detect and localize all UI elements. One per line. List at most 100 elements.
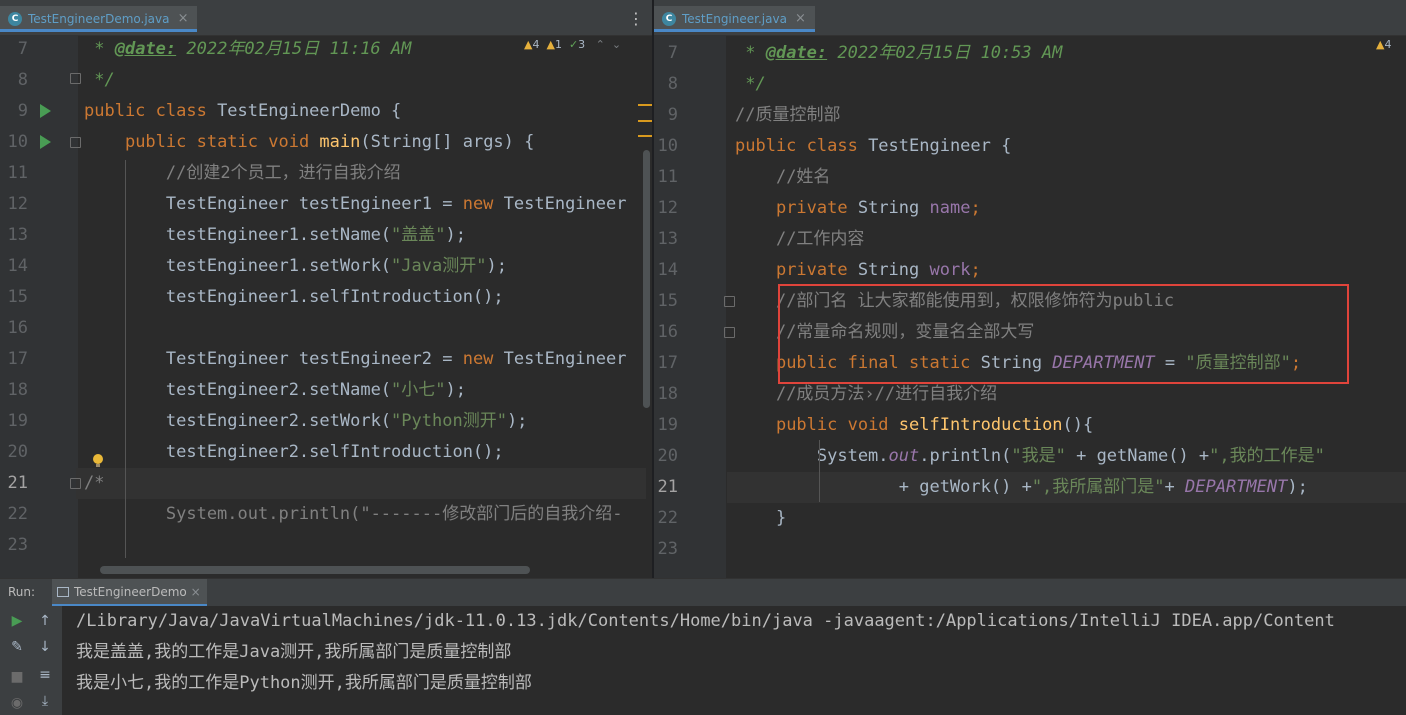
code-token: */ — [84, 70, 115, 90]
run-class-icon[interactable] — [40, 104, 51, 118]
fold-icon[interactable] — [70, 73, 81, 84]
code-token: new — [462, 349, 504, 369]
soft-wrap-icon[interactable]: ≡ — [36, 666, 54, 684]
line-number: 14 — [7, 256, 28, 276]
code-line[interactable]: testEngineer2.setWork("Python测开"); — [84, 406, 528, 437]
line-number: 12 — [657, 198, 678, 218]
camera-icon[interactable]: ◉ — [8, 694, 26, 712]
warning-stripe[interactable] — [638, 104, 652, 106]
code-token: public void — [775, 415, 899, 435]
run-main-icon[interactable] — [40, 135, 51, 149]
code-token: @date: — [765, 43, 828, 63]
wrench-icon[interactable]: ✎ — [8, 638, 26, 656]
close-tab-icon[interactable]: × — [191, 579, 201, 606]
down-arrow-icon[interactable]: ↓ — [36, 638, 54, 656]
code-line[interactable]: /* — [84, 468, 104, 499]
horizontal-scrollbar[interactable] — [100, 566, 530, 574]
code-line[interactable]: //工作内容 — [735, 224, 864, 255]
run-label: Run: — [8, 585, 36, 599]
code-line[interactable]: //质量控制部 — [735, 100, 840, 131]
code-token: //成员方法›//进行自我介绍 — [775, 384, 998, 404]
code-token: System.out.println("-------修改部门后的自我介绍- — [84, 504, 623, 524]
left-editor-pane: C TestEngineerDemo.java × ⋮ ▲4 ▲1 ✓3 ⌃ ⌄… — [0, 0, 652, 578]
code-line[interactable]: testEngineer2.setName("小七"); — [84, 375, 466, 406]
run-toolbar: ▶ ↑ ✎ ↓ ■ ≡ ◉ ⤓ — [0, 606, 62, 715]
run-config-tab[interactable]: TestEngineerDemo × — [52, 579, 207, 606]
code-line[interactable]: //姓名 — [735, 162, 830, 193]
scroll-to-end-icon[interactable]: ⤓ — [36, 692, 54, 710]
code-line[interactable]: TestEngineer testEngineer2 = new TestEng… — [84, 344, 627, 375]
code-line[interactable]: public static void main(String[] args) { — [84, 127, 534, 158]
inspection-widget[interactable]: ▲4 — [1376, 38, 1391, 51]
code-line[interactable]: //创建2个员工，进行自我介绍 — [84, 158, 401, 189]
code-line[interactable]: * @date: 2022年02月15日 10:53 AM — [735, 38, 1062, 69]
line-number: 11 — [7, 163, 28, 183]
code-token: testEngineer1.setWork( — [84, 256, 392, 276]
code-line[interactable]: */ — [735, 69, 765, 100]
code-line[interactable]: * @date: 2022年02月15日 11:16 AM — [84, 34, 411, 65]
line-number: 7 — [17, 39, 28, 59]
code-token: String — [857, 198, 930, 218]
code-line[interactable]: private String work; — [735, 255, 981, 286]
code-line[interactable]: private String name; — [735, 193, 981, 224]
code-token: ); — [486, 256, 507, 276]
close-tab-icon[interactable]: × — [178, 6, 189, 32]
next-highlight-icon[interactable]: ⌄ — [612, 38, 621, 51]
line-number: 21 — [7, 473, 28, 493]
code-token: ; — [970, 260, 981, 280]
code-token: String — [857, 260, 930, 280]
code-token: ",我的工作是" — [1209, 446, 1325, 466]
code-line[interactable]: System.out.println("-------修改部门后的自我介绍- — [84, 499, 623, 530]
code-token: new — [462, 194, 504, 214]
previous-highlight-icon[interactable]: ⌃ — [596, 38, 605, 51]
code-line[interactable]: testEngineer1.setName("盖盖"); — [84, 220, 466, 251]
more-options-icon[interactable]: ⋮ — [628, 9, 644, 28]
code-line[interactable]: + getWork() +",我所属部门是"+ DEPARTMENT); — [735, 472, 1308, 503]
vertical-scrollbar[interactable] — [643, 150, 650, 408]
up-arrow-icon[interactable]: ↑ — [36, 612, 54, 630]
tab-label: TestEngineerDemo.java — [28, 12, 170, 26]
code-token: + — [1164, 477, 1186, 497]
warning-stripe[interactable] — [638, 120, 652, 122]
line-number: 22 — [657, 508, 678, 528]
tab-test-engineer-demo[interactable]: C TestEngineerDemo.java × — [0, 6, 198, 32]
code-token: } — [735, 508, 787, 528]
tab-test-engineer[interactable]: C TestEngineer.java × — [654, 6, 815, 32]
close-tab-icon[interactable]: × — [795, 6, 806, 32]
code-token: //姓名 — [775, 167, 831, 187]
code-token: "盖盖" — [391, 225, 446, 245]
code-line[interactable]: testEngineer2.selfIntroduction(); — [84, 437, 504, 468]
console-output-line: 我是盖盖,我的工作是Java测开,我所属部门是质量控制部 — [76, 642, 512, 662]
code-line[interactable]: */ — [84, 65, 115, 96]
code-line[interactable]: System.out.println("我是" + getName() +",我… — [735, 441, 1325, 472]
code-line[interactable]: testEngineer1.selfIntroduction(); — [84, 282, 504, 313]
line-number: 7 — [667, 43, 678, 63]
code-line[interactable]: public class TestEngineerDemo { — [84, 96, 401, 127]
fold-icon[interactable] — [70, 137, 81, 148]
code-token: selfIntroduction — [898, 415, 1063, 435]
code-line[interactable]: public void selfIntroduction(){ — [735, 410, 1093, 441]
fold-icon[interactable] — [70, 478, 81, 489]
rerun-icon[interactable]: ▶ — [8, 612, 26, 630]
code-line[interactable]: public class TestEngineer { — [735, 131, 1011, 162]
fold-icon[interactable] — [724, 327, 735, 338]
code-line[interactable]: } — [735, 503, 786, 534]
line-number: 10 — [7, 132, 28, 152]
code-token: TestEngineer testEngineer2 = — [84, 349, 463, 369]
stop-icon[interactable]: ■ — [8, 668, 26, 686]
code-token: public class — [735, 136, 869, 156]
inspection-widget[interactable]: ▲4 ▲1 ✓3 ⌃ ⌄ — [524, 38, 621, 51]
weak-warning-count: 1 — [554, 38, 562, 51]
code-token: ); — [445, 225, 467, 245]
intention-bulb-icon[interactable] — [93, 454, 103, 467]
warning-stripe[interactable] — [638, 135, 652, 137]
line-number: 14 — [657, 260, 678, 280]
fold-icon[interactable] — [724, 296, 735, 307]
warning-count: 4 — [1384, 38, 1392, 51]
code-token: * — [84, 39, 115, 59]
code-line[interactable]: testEngineer1.setWork("Java测开"); — [84, 251, 507, 282]
code-line[interactable]: TestEngineer testEngineer1 = new TestEng… — [84, 189, 627, 220]
